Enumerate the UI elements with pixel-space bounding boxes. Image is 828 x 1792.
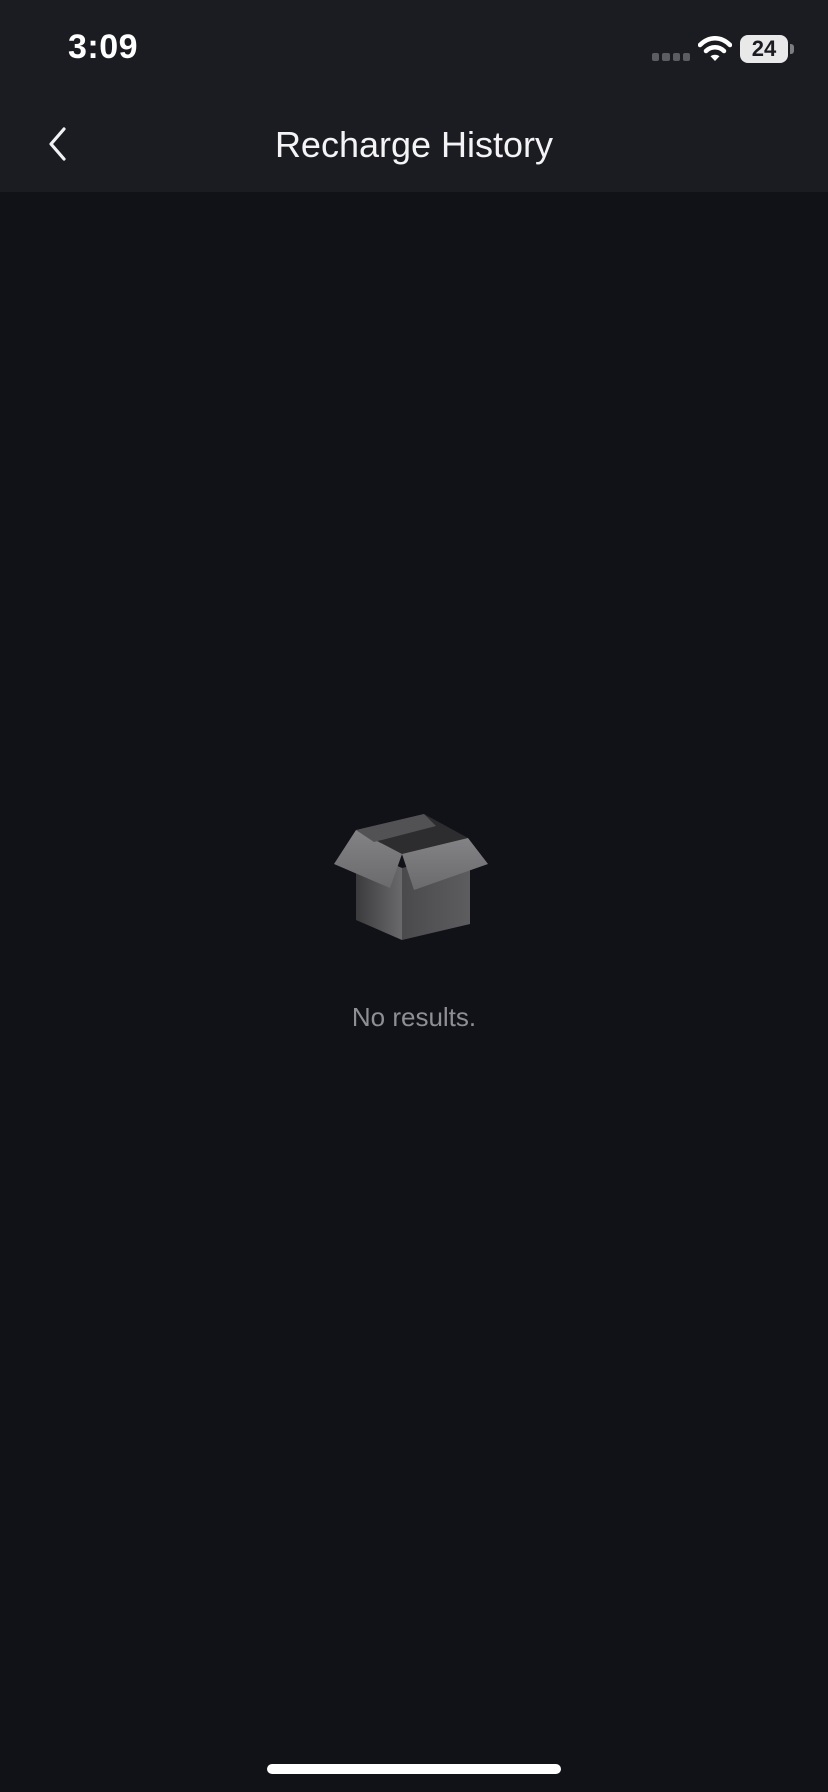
battery-cap: [790, 44, 794, 54]
recharge-history-screen: 3:09 24 Recharge History No results.: [0, 0, 828, 1792]
home-indicator[interactable]: [267, 1764, 561, 1774]
empty-state-message: No results.: [351, 1002, 477, 1032]
wifi-icon: [698, 36, 732, 61]
empty-state: No results.: [0, 808, 828, 1038]
cellular-signal-icon: [652, 53, 690, 61]
battery-level: 24: [751, 36, 777, 61]
status-time: 3:09: [68, 28, 139, 66]
battery-icon: 24: [740, 35, 794, 63]
status-bar: 3:09 24: [0, 0, 828, 100]
top-bar: 3:09 24 Recharge History: [0, 0, 828, 192]
back-button[interactable]: [30, 114, 86, 174]
navigation-bar: Recharge History: [0, 100, 828, 192]
open-box-icon: [334, 814, 488, 940]
chevron-left-icon: [49, 127, 66, 161]
page-title: Recharge History: [274, 124, 554, 165]
